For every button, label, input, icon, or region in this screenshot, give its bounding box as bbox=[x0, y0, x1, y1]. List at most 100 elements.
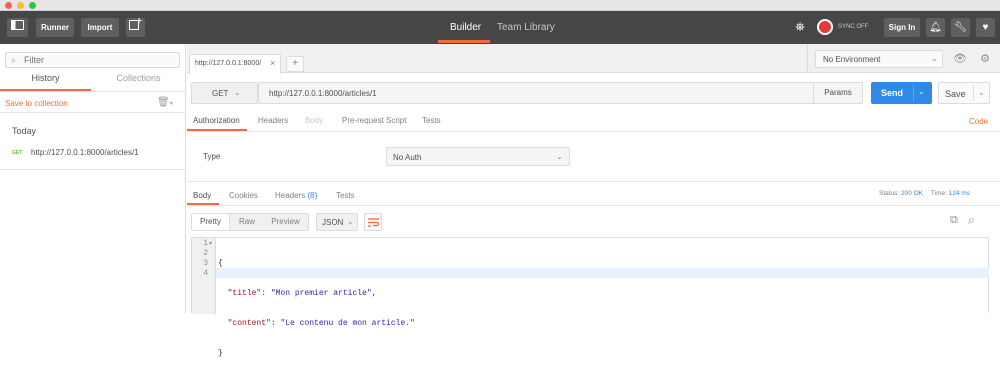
tab-authorization[interactable]: Authorization bbox=[193, 116, 240, 125]
copy-response-button[interactable]: ⧉ bbox=[950, 214, 958, 227]
status-label: Status: bbox=[879, 190, 900, 197]
code-line: "content": "Le contenu de mon article." bbox=[227, 319, 415, 328]
format-label: JSON bbox=[322, 218, 344, 227]
builder-tab-underline bbox=[438, 40, 490, 43]
line-numbers: 1 2 3 4 bbox=[192, 239, 208, 279]
request-tab-label: http://127.0.0.1:8000/ bbox=[195, 60, 262, 67]
maximize-window-icon[interactable] bbox=[29, 2, 36, 9]
response-headers-label: Headers bbox=[275, 191, 306, 200]
json-value: "Mon premier article", bbox=[270, 289, 377, 298]
raw-button[interactable]: Raw bbox=[231, 214, 263, 230]
sync-icon[interactable] bbox=[817, 19, 833, 35]
save-to-collection-link[interactable]: Save to collection bbox=[5, 99, 68, 108]
add-tab-button[interactable]: + bbox=[286, 56, 304, 72]
view-mode-group: Pretty Raw Preview bbox=[191, 213, 309, 231]
divider bbox=[0, 112, 186, 113]
search-response-button[interactable]: ⌕ bbox=[968, 213, 975, 228]
close-window-icon[interactable] bbox=[5, 2, 12, 9]
pretty-button[interactable]: Pretty bbox=[192, 214, 230, 230]
code-link[interactable]: Code bbox=[969, 117, 988, 126]
new-window-icon bbox=[129, 18, 142, 30]
divider bbox=[187, 131, 1000, 132]
window-titlebar bbox=[0, 0, 1000, 11]
format-select[interactable]: JSON ⌄ bbox=[316, 213, 358, 231]
params-button[interactable]: Params bbox=[813, 82, 863, 104]
send-button[interactable]: Send ⌄ bbox=[871, 82, 932, 104]
code-line: { bbox=[218, 259, 415, 269]
chevron-down-icon: ⌄ bbox=[234, 88, 241, 97]
time-value: 124 ms bbox=[948, 190, 971, 197]
auth-type-value: No Auth bbox=[393, 153, 422, 162]
tab-response-headers[interactable]: Headers (8) bbox=[275, 191, 317, 200]
filter-input[interactable] bbox=[24, 54, 174, 66]
chevron-down-icon[interactable]: ⌄ bbox=[918, 87, 925, 96]
save-label: Save bbox=[945, 89, 966, 99]
copy-icon: ⧉ bbox=[950, 214, 958, 226]
wrap-lines-button[interactable] bbox=[364, 213, 382, 231]
manage-environments-button[interactable]: ⚙ bbox=[975, 50, 995, 68]
tab-response-tests[interactable]: Tests bbox=[336, 191, 355, 200]
delete-history-button[interactable]: 🗑︎▾ bbox=[157, 97, 173, 108]
interceptor-icon[interactable]: ⛯ bbox=[792, 19, 808, 35]
response-headers-count: (8) bbox=[307, 191, 318, 200]
list-item[interactable]: GET http://127.0.0.1:8000/articles/1 bbox=[0, 143, 186, 163]
favorite-button[interactable]: ♥ bbox=[976, 18, 995, 37]
divider bbox=[0, 169, 186, 170]
chevron-down-icon[interactable]: ⌄ bbox=[978, 88, 985, 97]
environment-select[interactable]: No Environment ⌄ bbox=[815, 50, 943, 68]
close-tab-icon[interactable]: × bbox=[270, 58, 275, 68]
import-button[interactable]: Import bbox=[81, 18, 119, 37]
divider bbox=[187, 181, 1000, 182]
chevron-down-icon: ⌄ bbox=[931, 54, 938, 63]
wrench-icon: 🔧︎ bbox=[954, 22, 967, 33]
heart-icon: ♥ bbox=[982, 22, 989, 33]
sidebar-icon bbox=[11, 20, 24, 30]
settings-button[interactable]: 🔧︎ bbox=[951, 18, 970, 37]
wrap-icon bbox=[368, 218, 379, 227]
tab-pre-request-script[interactable]: Pre-request Script bbox=[342, 116, 406, 125]
fold-chevron-icon[interactable]: ▾ bbox=[209, 240, 212, 247]
minimize-window-icon[interactable] bbox=[17, 2, 24, 9]
tab-tests[interactable]: Tests bbox=[422, 116, 441, 125]
sign-in-button[interactable]: Sign In bbox=[884, 18, 920, 37]
json-key: "title" bbox=[227, 289, 262, 298]
preview-button[interactable]: Preview bbox=[263, 214, 308, 230]
toggle-sidebar-button[interactable] bbox=[7, 18, 28, 37]
method-select[interactable]: GET ⌄ bbox=[191, 82, 258, 104]
request-tab[interactable]: http://127.0.0.1:8000/ × bbox=[189, 54, 281, 74]
url-input[interactable]: http://127.0.0.1:8000/articles/1 bbox=[258, 82, 863, 104]
save-button[interactable]: Save ⌄ bbox=[938, 82, 990, 104]
divider bbox=[187, 205, 1000, 206]
tab-history[interactable]: History bbox=[0, 73, 91, 91]
tab-cookies[interactable]: Cookies bbox=[229, 191, 258, 200]
history-url: http://127.0.0.1:8000/articles/1 bbox=[31, 148, 139, 157]
runner-button[interactable]: Runner bbox=[36, 18, 74, 37]
url-text: http://127.0.0.1:8000/articles/1 bbox=[269, 89, 377, 98]
code-line: } bbox=[218, 349, 415, 359]
environment-quicklook-button[interactable]: 👁︎ bbox=[950, 50, 970, 68]
line-number: 2 bbox=[203, 249, 208, 258]
tab-collections[interactable]: Collections bbox=[91, 73, 186, 91]
chevron-down-icon: ▾ bbox=[169, 101, 173, 107]
send-label: Send bbox=[881, 88, 904, 98]
chevron-down-icon: ⌄ bbox=[556, 152, 563, 161]
code-brace: } bbox=[218, 349, 223, 358]
team-library-tab[interactable]: Team Library bbox=[497, 11, 555, 44]
app-header: Runner Import Builder Team Library ⛯ SYN… bbox=[0, 11, 1000, 44]
history-group-today: Today bbox=[12, 126, 37, 136]
eye-icon: 👁︎ bbox=[953, 53, 967, 65]
response-editor[interactable]: 1 2 3 4 ▾ { "title": "Mon premier articl… bbox=[191, 237, 989, 358]
tab-response-body[interactable]: Body bbox=[193, 191, 211, 200]
filter-search[interactable]: ⌕ bbox=[5, 52, 180, 68]
new-tab-button[interactable] bbox=[126, 18, 145, 37]
trash-icon: 🗑︎ bbox=[157, 97, 170, 108]
line-number: 3 bbox=[203, 259, 208, 268]
tab-body[interactable]: Body bbox=[305, 116, 323, 125]
auth-type-label: Type bbox=[203, 152, 221, 161]
search-icon: ⌕ bbox=[968, 213, 975, 227]
tab-headers[interactable]: Headers bbox=[258, 116, 288, 125]
code-content: { "title": "Mon premier article", "conte… bbox=[218, 239, 415, 379]
auth-type-select[interactable]: No Auth ⌄ bbox=[386, 147, 570, 166]
notifications-button[interactable]: 🔔︎ bbox=[926, 18, 945, 37]
time-label: Time: bbox=[930, 190, 947, 197]
